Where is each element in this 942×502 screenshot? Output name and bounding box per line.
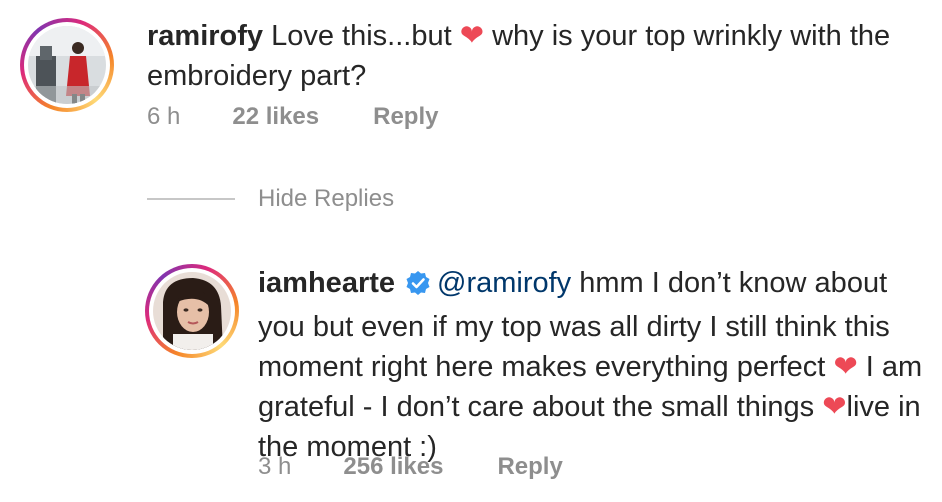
- comment-text-before: Love this...but: [263, 20, 460, 52]
- heart-emoji-icon: ❤: [833, 351, 858, 383]
- reply-meta: 3 h 256 likes Reply: [258, 453, 563, 481]
- heart-emoji-icon: ❤: [822, 391, 847, 423]
- comment-username[interactable]: ramirofy: [147, 20, 263, 52]
- comment-reply-button[interactable]: Reply: [373, 103, 438, 131]
- reply-time: 3 h: [258, 453, 292, 480]
- replies-divider: [147, 198, 235, 200]
- avatar-iamhearte[interactable]: [145, 264, 239, 358]
- comment-body: ramirofy Love this...but ❤ why is your t…: [147, 16, 927, 96]
- avatar-ramirofy[interactable]: [20, 18, 114, 112]
- avatar-image: [153, 272, 231, 350]
- comment-time: 6 h: [147, 103, 181, 130]
- reply-likes[interactable]: 256 likes: [343, 453, 443, 481]
- reply-reply-button[interactable]: Reply: [497, 453, 562, 481]
- comment-meta: 6 h 22 likes Reply: [147, 103, 438, 131]
- reply-body: iamhearte @ramirofy hmm I don’t know abou…: [258, 263, 930, 467]
- comment-likes[interactable]: 22 likes: [232, 103, 319, 131]
- reply-username[interactable]: iamhearte: [258, 267, 395, 299]
- heart-emoji-icon: ❤: [459, 20, 485, 52]
- reply-mention-link[interactable]: @ramirofy: [437, 267, 571, 299]
- verified-badge-icon: [405, 267, 431, 307]
- avatar-image: [28, 26, 106, 104]
- hide-replies-button[interactable]: Hide Replies: [258, 185, 394, 213]
